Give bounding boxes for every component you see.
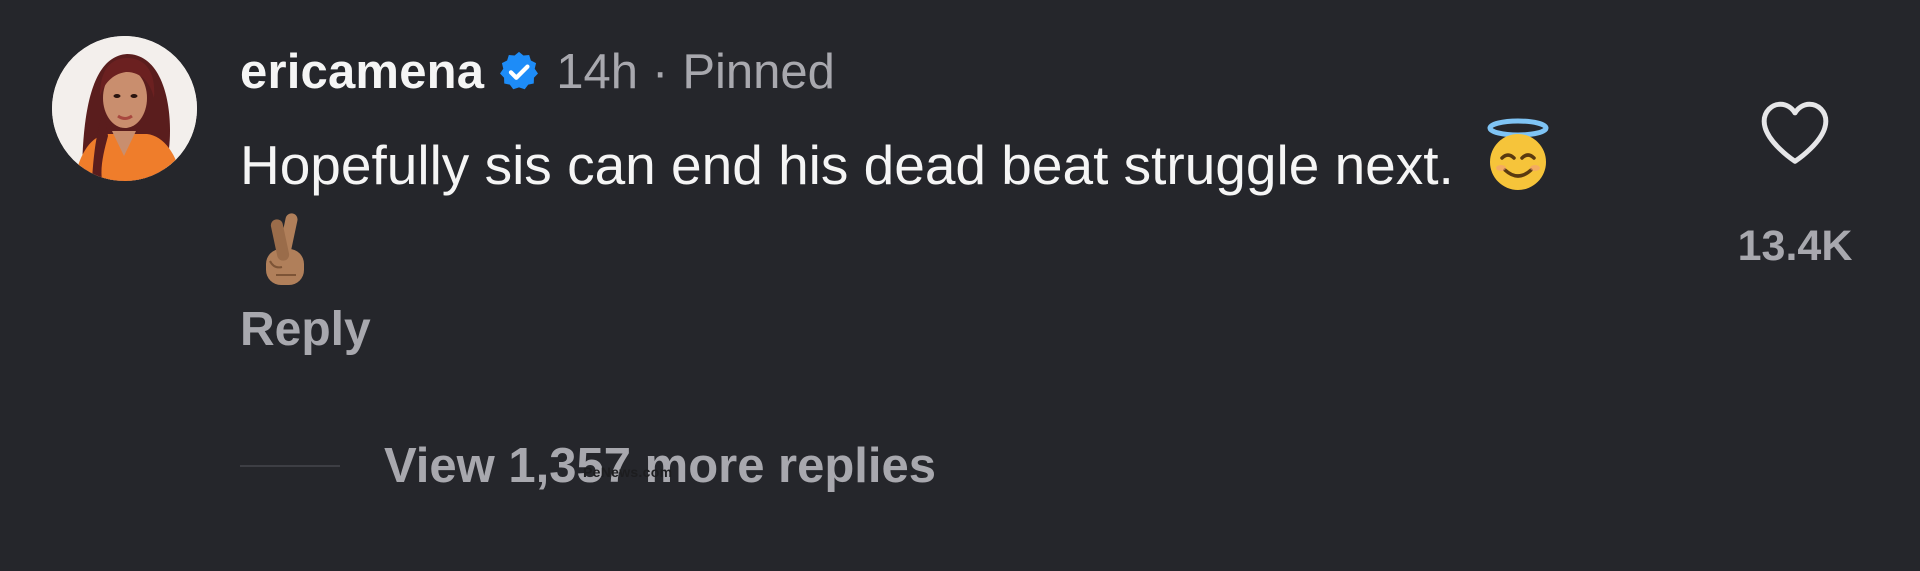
pinned-label: Pinned bbox=[682, 45, 835, 99]
avatar-image bbox=[52, 36, 197, 181]
username-link[interactable]: ericamena bbox=[240, 44, 484, 100]
comment-item: ericamena 14h · Pinned Hopefully sis can… bbox=[0, 0, 1920, 571]
verified-badge-icon bbox=[496, 49, 542, 95]
like-section: 13.4K bbox=[1720, 98, 1870, 271]
comment-timestamp: 14h bbox=[556, 45, 639, 99]
crossed-fingers-icon bbox=[252, 209, 318, 306]
heart-outline-icon[interactable] bbox=[1758, 98, 1832, 166]
comment-text: Hopefully sis can end his dead beat stru… bbox=[240, 118, 1620, 312]
like-count: 13.4K bbox=[1737, 222, 1853, 270]
meta-separator: · bbox=[652, 45, 669, 99]
comment-body: Hopefully sis can end his dead beat stru… bbox=[240, 134, 1454, 197]
smiling-face-with-halo-icon bbox=[1481, 118, 1555, 209]
replies-divider bbox=[240, 465, 340, 467]
avatar[interactable] bbox=[52, 36, 197, 181]
reply-button[interactable]: Reply bbox=[240, 302, 371, 357]
comment-header: ericamena 14h · Pinned bbox=[240, 40, 835, 104]
watermark: PeNews.com bbox=[583, 464, 673, 480]
